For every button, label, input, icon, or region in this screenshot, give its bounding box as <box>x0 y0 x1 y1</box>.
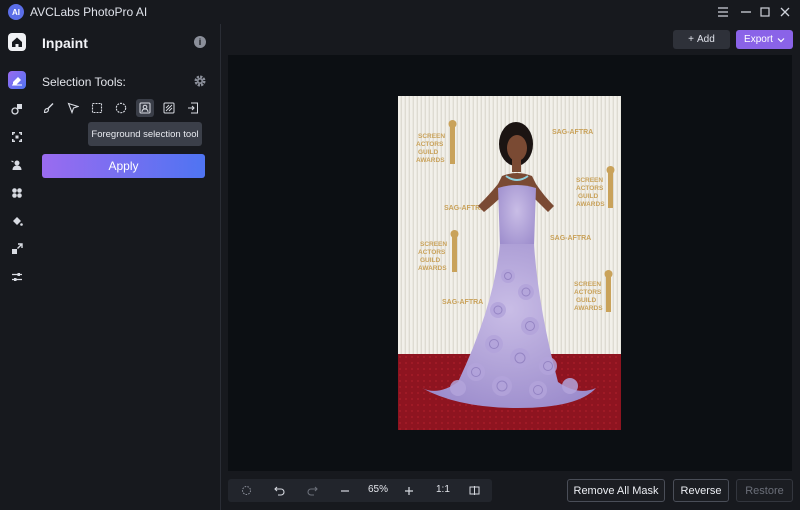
backdrop-logo: GUILD <box>418 149 439 156</box>
reset-view-icon[interactable] <box>238 482 255 499</box>
tool-tooltip: Foreground selection tool <box>88 122 202 146</box>
backdrop-logo: SAG-AFTRA <box>550 235 591 242</box>
backdrop-logo: ACTORS <box>416 141 444 148</box>
app-logo: AI <box>8 4 24 20</box>
foreground-tool-icon[interactable] <box>136 99 154 117</box>
plus-icon: + <box>688 34 695 45</box>
backdrop-logo: SCREEN <box>576 177 603 184</box>
menu-icon[interactable] <box>714 3 732 21</box>
export-label: Export <box>744 34 773 45</box>
adjust-icon[interactable] <box>8 268 26 286</box>
title-bar: AI AVCLabs PhotoPro AI <box>0 0 800 24</box>
replace-icon[interactable] <box>8 100 26 118</box>
backdrop-logo: SCREEN <box>418 133 445 140</box>
photo-image: SCREEN ACTORS GUILD AWARDS SAG-AFTRA SCR… <box>398 96 621 430</box>
image-canvas[interactable]: SCREEN ACTORS GUILD AWARDS SAG-AFTRA SCR… <box>228 55 792 471</box>
add-button[interactable]: + Add <box>673 30 730 49</box>
add-label: Add <box>697 34 715 45</box>
photo-preview: SCREEN ACTORS GUILD AWARDS SAG-AFTRA SCR… <box>398 96 621 430</box>
backdrop-logo: AWARDS <box>418 265 447 272</box>
zoom-toolbar: 65% 1:1 <box>228 479 492 502</box>
fill-icon[interactable] <box>8 212 26 230</box>
restore-button[interactable]: Restore <box>736 479 793 502</box>
close-icon[interactable] <box>776 3 794 21</box>
maximize-icon[interactable] <box>756 3 774 21</box>
info-icon[interactable]: i <box>194 36 206 48</box>
redo-icon[interactable] <box>304 482 321 499</box>
zoom-out-icon[interactable] <box>336 482 353 499</box>
import-mask-icon[interactable] <box>184 99 202 117</box>
app-logo-text: AI <box>12 7 20 17</box>
upscale-icon[interactable] <box>8 240 26 258</box>
color-icon[interactable] <box>8 184 26 202</box>
undo-icon[interactable] <box>271 482 288 499</box>
backdrop-logo: ACTORS <box>576 185 604 192</box>
remove-bg-icon[interactable] <box>8 156 26 174</box>
remove-all-mask-button[interactable]: Remove All Mask <box>567 479 665 502</box>
home-icon[interactable] <box>8 33 26 51</box>
backdrop-logo: SAG-AFTRA <box>442 299 483 306</box>
tool-rail <box>0 24 34 510</box>
lasso-tool-icon[interactable] <box>64 99 82 117</box>
backdrop-logo: SCREEN <box>574 281 601 288</box>
backdrop-logo: ACTORS <box>574 289 602 296</box>
panel-divider <box>220 24 221 510</box>
actual-size-button[interactable]: 1:1 <box>436 484 450 495</box>
backdrop-logo: GUILD <box>578 193 599 200</box>
backdrop-logo: AWARDS <box>576 201 605 208</box>
reverse-button[interactable]: Reverse <box>673 479 729 502</box>
backdrop-logo: GUILD <box>420 257 441 264</box>
inpaint-icon[interactable] <box>8 71 26 89</box>
zoom-in-icon[interactable] <box>400 482 417 499</box>
expand-icon[interactable] <box>8 128 26 146</box>
export-button[interactable]: Export <box>736 30 793 49</box>
chevron-down-icon <box>777 37 785 42</box>
ellipse-tool-icon[interactable] <box>112 99 130 117</box>
app-title: AVCLabs PhotoPro AI <box>30 5 148 19</box>
backdrop-logo: ACTORS <box>418 249 446 256</box>
selection-tools-label: Selection Tools: <box>42 75 126 89</box>
gear-icon[interactable] <box>193 74 207 88</box>
compare-icon[interactable] <box>466 482 483 499</box>
backdrop-logo: SAG-AFTRA <box>552 129 593 136</box>
backdrop-logo: GUILD <box>576 297 597 304</box>
backdrop-logo: AWARDS <box>574 305 603 312</box>
apply-button[interactable]: Apply <box>42 154 205 178</box>
minimize-icon[interactable] <box>737 3 755 21</box>
inpaint-panel: Inpaint i Selection Tools: Foreground se… <box>34 24 220 510</box>
brush-tool-icon[interactable] <box>40 99 58 117</box>
rectangle-tool-icon[interactable] <box>88 99 106 117</box>
backdrop-logo: AWARDS <box>416 157 445 164</box>
zoom-level: 65% <box>368 484 389 495</box>
pattern-tool-icon[interactable] <box>160 99 178 117</box>
backdrop-logo: SCREEN <box>420 241 447 248</box>
panel-title: Inpaint <box>42 35 88 51</box>
